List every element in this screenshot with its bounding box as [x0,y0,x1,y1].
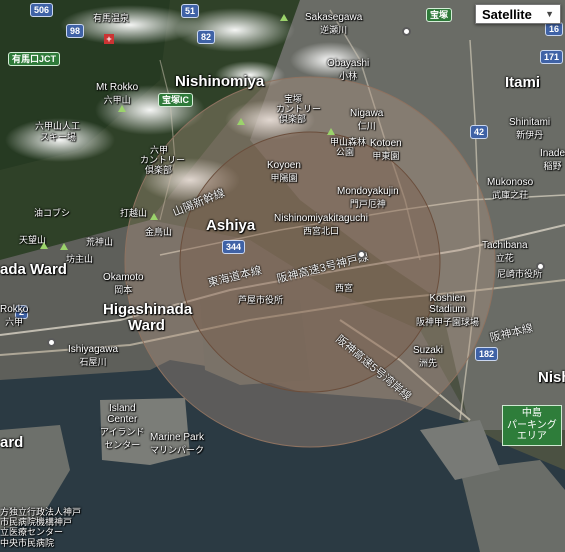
place-itami[interactable]: Itami [505,75,540,91]
label-ashiya-office: 芦屋市役所 [238,295,284,305]
koshien-stadium[interactable]: Koshien Stadium 阪神甲子園球場 [416,293,479,328]
map-type-label: Satellite [482,6,532,22]
place-nishi-cut[interactable]: Nish [538,370,565,386]
peak-mt-rokko[interactable]: Mt Rokko 六甲山 [96,82,138,106]
label-golf-f: 倶楽部 [279,114,307,124]
poi-marker-icon [47,338,56,347]
label-nishinomiya-jp: 西宮 [335,283,354,293]
label-kabutoyama-park2: 公園 [336,147,355,157]
station-nigawa[interactable]: Nigawa 仁川 [350,108,383,132]
place-higashinada[interactable]: Higashinada [103,302,192,318]
station-koyoen[interactable]: Koyoen 甲陽園 [267,160,301,184]
station-nishinomiyakitaguchi[interactable]: Nishinomiyakitaguchi 西宮北口 [274,213,368,237]
place-higashinada-ward[interactable]: Ward [128,318,165,334]
route-shield-16: 16 [545,22,564,36]
station-okamoto[interactable]: Okamoto 岡本 [103,272,144,296]
route-shield-51: 51 [181,4,200,18]
station-rokko[interactable]: Rokko 六甲 [0,304,28,328]
route-shield-42: 42 [470,125,489,139]
nakajima-parking-area[interactable]: 中島 パーキング エリア [502,405,562,446]
station-sakasegawa[interactable]: Sakasegawa 逆瀬川 [305,12,362,36]
peak-icon [118,105,126,112]
label-rokko-ski: 六甲山人工 [35,121,81,131]
station-kotoen[interactable]: Kotoen 甲東園 [370,138,402,162]
map-type-dropdown[interactable]: Satellite ▼ [475,4,561,24]
peak-icon [280,14,288,21]
station-mondoyakujin[interactable]: Mondoyakujin 門戸厄神 [337,186,399,210]
label-hospital-4: 中央市民病院 [0,538,55,548]
route-shield-171: 171 [540,50,564,64]
peak-icon [150,213,158,220]
station-inade[interactable]: Inade 稲野 [540,148,565,172]
place-nishinomiya[interactable]: Nishinomiya [175,74,264,90]
station-shinitami[interactable]: Shinitami 新伊丹 [509,117,550,141]
station-tachibana[interactable]: Tachibana 立花 [482,240,528,264]
route-shield-182: 182 [475,347,499,361]
station-mukonoso[interactable]: Mukonoso 武庫之荘 [487,177,533,201]
label-kinchozan: 金鳥山 [145,227,173,237]
label-aburakobushi: 油コブシ [34,208,71,218]
label-rokko-ski2: スキー場 [40,132,77,142]
chevron-down-icon: ▼ [545,9,554,19]
peak-icon [60,243,68,250]
route-shield-82: 82 [197,30,216,44]
label-bouzuyama: 坊主山 [66,254,94,264]
satellite-map[interactable]: 506 98 51 82 16 171 42 344 182 2 宝塚IC 宝塚… [0,0,565,552]
label-uchikoshi: 打越山 [120,208,148,218]
poi-marker-icon [357,250,366,259]
place-nada-ward[interactable]: ada Ward [0,262,67,278]
station-island-center[interactable]: Island Center アイランド センター [100,403,145,451]
station-obayashi[interactable]: Obayashi 小林 [327,58,369,82]
station-suzaki[interactable]: Suzaki 洲先 [413,345,443,369]
route-shield-344: 344 [222,240,246,254]
route-shield-98: 98 [66,24,85,38]
poi-marker-icon [402,27,411,36]
hospital-icon: + [104,34,114,44]
label-arashiyama: 荒神山 [86,237,114,247]
route-shield-506: 506 [30,3,54,17]
takarazuka-badge: 宝塚 [426,8,453,22]
label-arima-onsen: 有馬温泉 [93,13,130,23]
station-ishiyagawa[interactable]: Ishiyagawa 石屋川 [68,344,118,368]
poi-marker-icon [536,262,545,271]
label-amagasaki-office: 尼崎市役所 [497,269,543,279]
label-golf-c: 倶楽部 [145,165,173,175]
station-marine-park[interactable]: Marine Park マリンパーク [150,432,204,456]
place-ashiya[interactable]: Ashiya [206,218,255,234]
peak-icon [40,242,48,249]
arima-jct-badge: 有馬口JCT [8,52,61,66]
place-ward-left[interactable]: ard [0,435,23,451]
peak-icon [327,128,335,135]
label-hospital-3: 立医療センター [0,527,64,537]
peak-icon [237,118,245,125]
takarazuka-ic-badge: 宝塚IC [158,93,194,107]
